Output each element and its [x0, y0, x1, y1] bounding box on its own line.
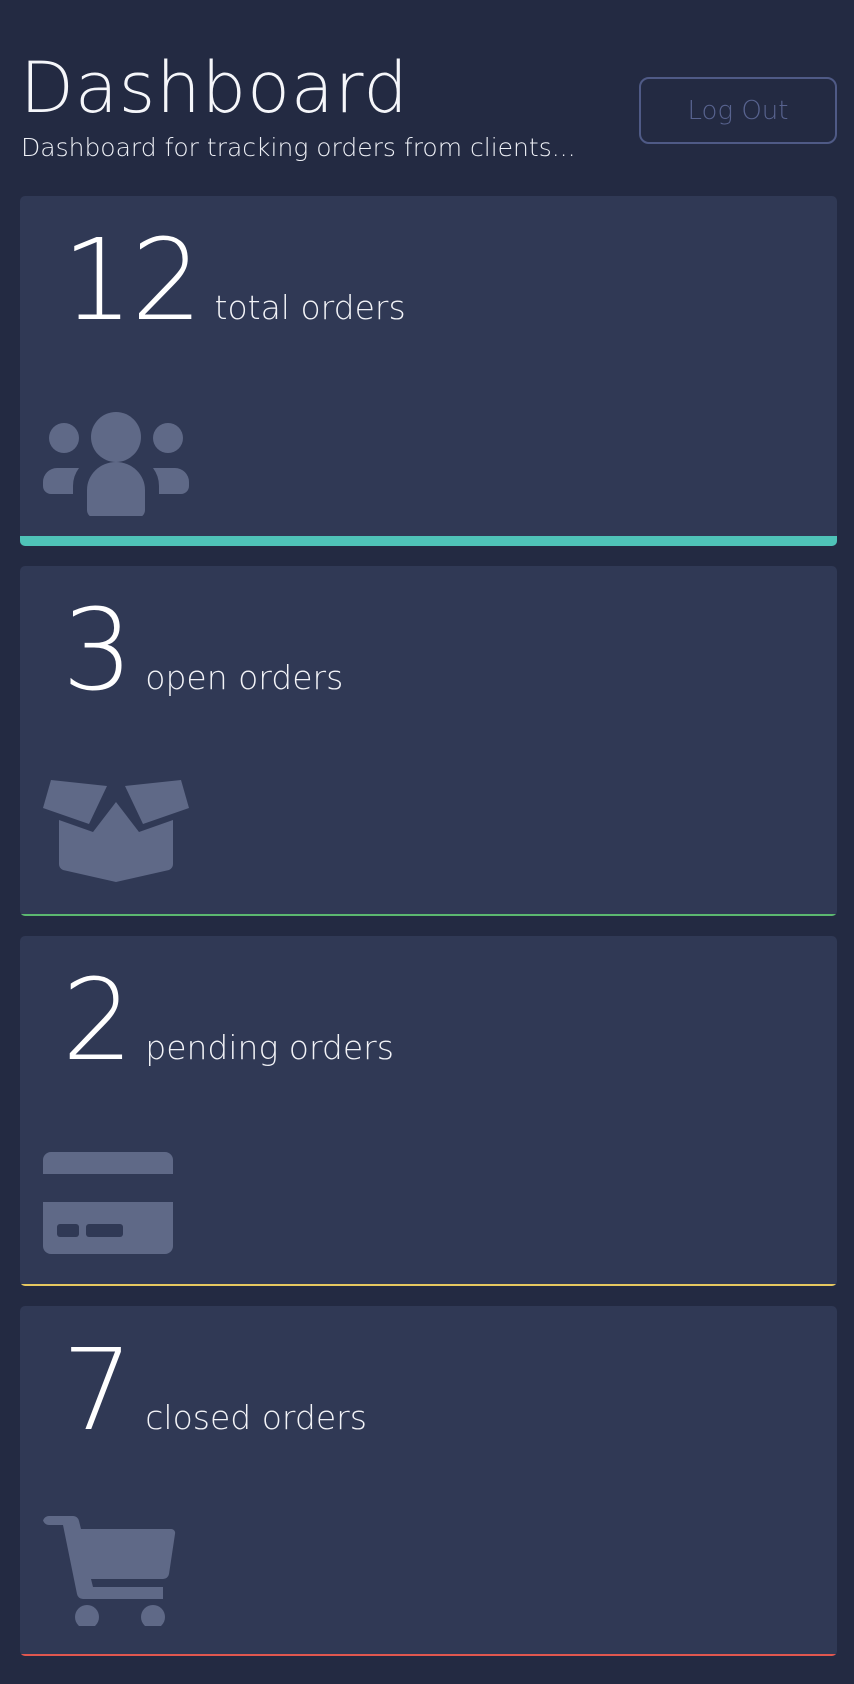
closed-orders-accent-bar [20, 1654, 837, 1656]
total-orders-label: total orders [214, 288, 406, 327]
stat: 2 pending orders [62, 956, 394, 1086]
cart-icon [43, 1516, 189, 1626]
logout-button[interactable]: Log Out [639, 77, 837, 144]
open-orders-accent-bar [20, 914, 837, 916]
pending-orders-count: 2 [62, 956, 133, 1086]
open-orders-card: 3 open orders [20, 566, 837, 916]
total-orders-accent-bar [20, 536, 837, 546]
page-title: Dashboard [20, 47, 409, 129]
total-orders-count: 12 [62, 216, 203, 346]
pending-orders-card: 2 pending orders [20, 936, 837, 1286]
stat: 7 closed orders [62, 1326, 367, 1456]
open-orders-count: 3 [62, 586, 133, 716]
credit-card-icon [43, 1146, 189, 1256]
closed-orders-label: closed orders [145, 1398, 367, 1437]
pending-orders-label: pending orders [145, 1028, 394, 1067]
users-icon [43, 406, 189, 516]
open-box-icon [43, 776, 189, 886]
stat: 12 total orders [62, 216, 406, 346]
closed-orders-card: 7 closed orders [20, 1306, 837, 1656]
page-subtitle: Dashboard for tracking orders from clien… [21, 133, 576, 162]
pending-orders-accent-bar [20, 1284, 837, 1286]
open-orders-label: open orders [145, 658, 344, 697]
page-header: Dashboard Dashboard for tracking orders … [0, 0, 854, 196]
total-orders-card: 12 total orders [20, 196, 837, 546]
closed-orders-count: 7 [62, 1326, 133, 1456]
stat: 3 open orders [62, 586, 343, 716]
